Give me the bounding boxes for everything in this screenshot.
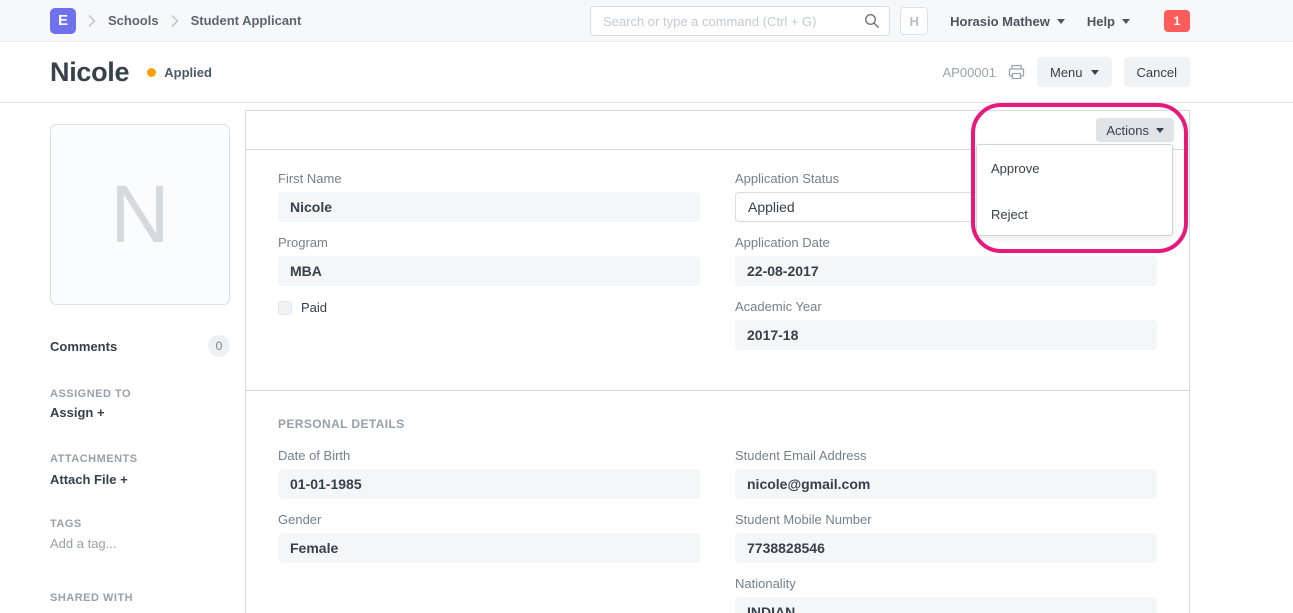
- document-id: AP00001: [943, 65, 997, 80]
- app-logo[interactable]: E: [50, 8, 76, 34]
- field-value: Nicole: [278, 192, 700, 222]
- attach-file-button[interactable]: Attach File +: [50, 472, 128, 487]
- comments-count-badge: 0: [208, 335, 230, 357]
- page-title: Nicole: [50, 57, 129, 88]
- field-value: 01-01-1985: [278, 469, 700, 499]
- field-gender: Gender Female: [278, 513, 700, 563]
- status-badge: Applied: [164, 65, 212, 80]
- field-value: 2017-18: [735, 320, 1157, 350]
- user-avatar[interactable]: H: [900, 7, 928, 35]
- form-column-left: Date of Birth 01-01-1985 Gender Female: [278, 449, 700, 613]
- menu-item-reject[interactable]: Reject: [977, 191, 1172, 237]
- tags-heading: TAGS: [50, 518, 82, 530]
- search-icon[interactable]: [864, 13, 880, 34]
- field-academic-year: Academic Year 2017-18: [735, 300, 1157, 350]
- add-tag-input[interactable]: Add a tag...: [50, 536, 117, 551]
- search-input[interactable]: [590, 6, 890, 36]
- field-label: Gender: [278, 513, 700, 526]
- form-section-personal-details: PERSONAL DETAILS Date of Birth 01-01-198…: [246, 391, 1189, 613]
- head-actions: AP00001 Menu Cancel: [943, 57, 1191, 87]
- actions-button-label: Actions: [1106, 123, 1149, 138]
- status-indicator: Applied: [147, 65, 212, 80]
- field-value: Female: [278, 533, 700, 563]
- caret-down-icon: [1156, 128, 1164, 133]
- form-column-left: First Name Nicole Program MBA Paid: [278, 172, 700, 364]
- field-label: Academic Year: [735, 300, 1157, 313]
- user-image-letter: N: [110, 168, 169, 262]
- page-head: Nicole Applied AP00001 Menu Cancel: [0, 42, 1293, 103]
- print-icon[interactable]: [1008, 64, 1025, 80]
- checkbox-icon[interactable]: [278, 301, 292, 315]
- assign-button[interactable]: Assign +: [50, 405, 105, 420]
- field-label: Date of Birth: [278, 449, 700, 462]
- student-applicant-page: E Schools Student Applicant H Horasio Ma…: [0, 0, 1293, 613]
- notification-badge[interactable]: 1: [1164, 10, 1190, 32]
- status-dot-icon: [147, 68, 156, 77]
- assigned-to-heading: ASSIGNED TO: [50, 388, 131, 400]
- chevron-right-icon: [88, 15, 96, 27]
- section-heading: PERSONAL DETAILS: [278, 418, 1157, 430]
- field-value: nicole@gmail.com: [735, 469, 1157, 499]
- paid-checkbox-row[interactable]: Paid: [278, 300, 700, 315]
- actions-dropdown-menu: Approve Reject: [976, 144, 1173, 236]
- caret-down-icon: [1057, 19, 1065, 24]
- global-search: [590, 6, 890, 36]
- field-label: Nationality: [735, 577, 1157, 590]
- caret-down-icon: [1122, 19, 1130, 24]
- field-program: Program MBA: [278, 236, 700, 286]
- menu-item-approve[interactable]: Approve: [977, 145, 1172, 191]
- menu-button-label: Menu: [1050, 65, 1083, 80]
- help-label: Help: [1087, 14, 1115, 29]
- breadcrumb-item-student-applicant[interactable]: Student Applicant: [191, 13, 302, 28]
- user-menu[interactable]: Horasio Mathew: [950, 14, 1065, 29]
- field-value: 22-08-2017: [735, 256, 1157, 286]
- breadcrumb-item-schools[interactable]: Schools: [108, 13, 159, 28]
- actions-button[interactable]: Actions: [1096, 118, 1174, 142]
- chevron-right-icon: [171, 15, 179, 27]
- comments-row: Comments 0: [50, 335, 230, 357]
- navbar: E Schools Student Applicant H Horasio Ma…: [0, 0, 1293, 42]
- form-column-right: Student Email Address nicole@gmail.com S…: [735, 449, 1157, 613]
- user-image-placeholder[interactable]: N: [50, 124, 230, 305]
- cancel-button[interactable]: Cancel: [1124, 57, 1190, 87]
- menu-button[interactable]: Menu: [1037, 57, 1112, 87]
- field-application-date: Application Date 22-08-2017: [735, 236, 1157, 286]
- comments-label[interactable]: Comments: [50, 339, 117, 354]
- navbar-right: H Horasio Mathew Help: [900, 0, 1190, 42]
- field-nationality: Nationality INDIAN: [735, 577, 1157, 613]
- user-name: Horasio Mathew: [950, 14, 1050, 29]
- paid-checkbox-label: Paid: [301, 300, 327, 315]
- field-label: First Name: [278, 172, 700, 185]
- shared-with-heading: SHARED WITH: [50, 592, 133, 604]
- attachments-heading: ATTACHMENTS: [50, 453, 138, 465]
- field-value: INDIAN: [735, 597, 1157, 613]
- field-student-email: Student Email Address nicole@gmail.com: [735, 449, 1157, 499]
- field-first-name: First Name Nicole: [278, 172, 700, 222]
- field-value: 7738828546: [735, 533, 1157, 563]
- field-student-mobile: Student Mobile Number 7738828546: [735, 513, 1157, 563]
- caret-down-icon: [1091, 70, 1099, 75]
- field-label: Student Mobile Number: [735, 513, 1157, 526]
- field-value: MBA: [278, 256, 700, 286]
- help-menu[interactable]: Help: [1087, 14, 1130, 29]
- field-label: Program: [278, 236, 700, 249]
- field-label: Application Date: [735, 236, 1157, 249]
- field-label: Student Email Address: [735, 449, 1157, 462]
- cancel-button-label: Cancel: [1137, 65, 1177, 80]
- field-date-of-birth: Date of Birth 01-01-1985: [278, 449, 700, 499]
